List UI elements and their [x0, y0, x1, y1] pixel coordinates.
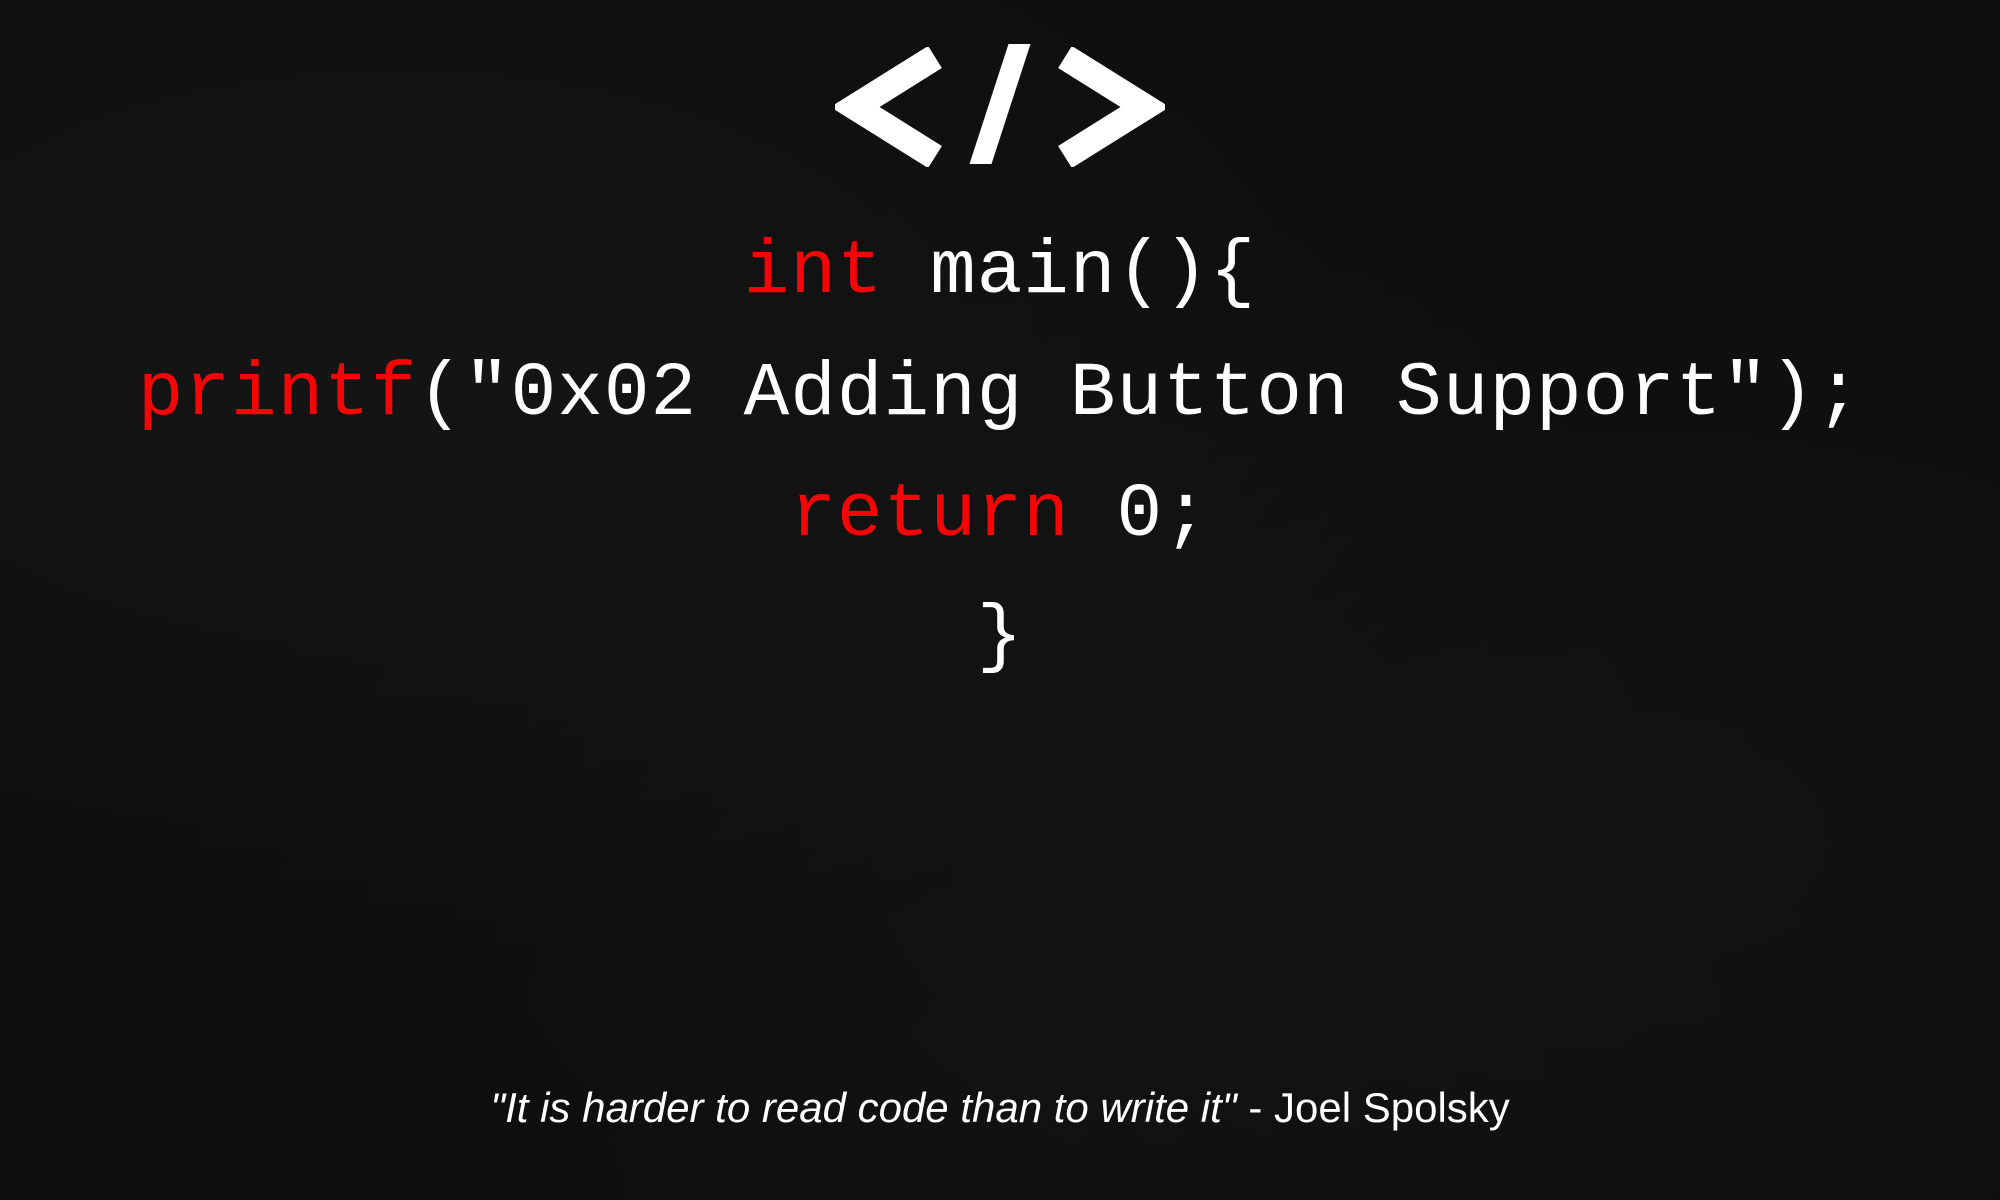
keyword-int: int [744, 229, 884, 315]
quote: "It is harder to read code than to write… [0, 1084, 2000, 1132]
quote-text: "It is harder to read code than to write… [490, 1084, 1237, 1131]
code-text: 0; [1070, 472, 1210, 558]
keyword-return: return [790, 472, 1070, 558]
code-tag-icon [835, 42, 1165, 172]
code-line-1: int main(){ [0, 212, 2000, 334]
chevron-right-icon [1045, 47, 1165, 167]
keyword-printf: printf [138, 351, 418, 437]
code-snippet: int main(){ printf("0x02 Adding Button S… [0, 212, 2000, 698]
quote-author: Joel Spolsky [1274, 1084, 1510, 1131]
code-text: main(){ [883, 229, 1256, 315]
code-text: } [977, 594, 1024, 680]
code-line-4: } [0, 577, 2000, 699]
code-text: ("0x02 Adding Button Support"); [417, 351, 1862, 437]
quote-separator: - [1237, 1084, 1274, 1131]
code-line-3: return 0; [0, 455, 2000, 577]
code-line-2: printf("0x02 Adding Button Support"); [0, 334, 2000, 456]
slash-icon [970, 44, 1031, 164]
chevron-left-icon [835, 47, 955, 167]
